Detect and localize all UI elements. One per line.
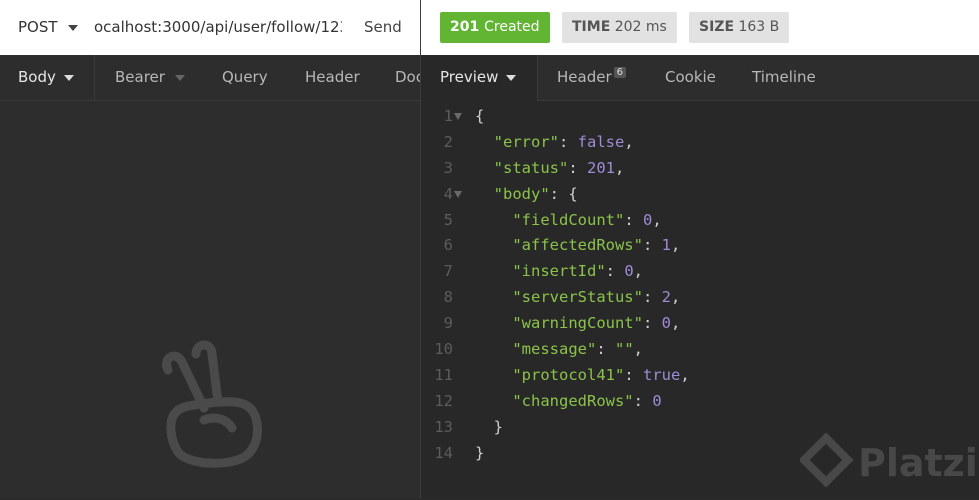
chevron-down-icon[interactable] — [68, 25, 78, 31]
code-line: 5 "fieldCount": 0, — [421, 208, 979, 234]
chevron-down-icon[interactable] — [63, 74, 74, 81]
line-number: 10 — [434, 340, 453, 359]
time-label: TIME — [572, 19, 611, 35]
line-number: 2 — [443, 132, 453, 151]
chevron-down-icon[interactable] — [174, 74, 185, 81]
code-text: { — [475, 107, 485, 125]
line-number: 8 — [443, 288, 453, 307]
code-line: 1{ — [421, 104, 979, 130]
tab-auth[interactable]: Bearer — [115, 68, 185, 86]
response-status-bar: 201 Created TIME 202 ms SIZE 163 B — [421, 0, 979, 56]
status-badge: 201 Created — [440, 12, 550, 43]
tab-response-header[interactable]: Header 6 — [557, 67, 626, 86]
tab-body[interactable]: Body — [18, 68, 74, 86]
code-text: "warningCount": 0, — [512, 314, 681, 333]
code-line: 6 "affectedRows": 1, — [421, 233, 979, 259]
tab-preview[interactable]: Preview — [440, 68, 517, 86]
time-value: 202 ms — [614, 19, 667, 35]
line-number: 6 — [443, 236, 453, 255]
tab-header[interactable]: Header — [305, 68, 360, 86]
tab-timeline[interactable]: Timeline — [752, 68, 816, 86]
line-number: 1 — [443, 107, 453, 125]
code-line: 3 "status": 201, — [421, 156, 979, 182]
response-tabs: Preview Header 6 Cookie Timeline — [421, 55, 979, 101]
chevron-down-icon[interactable] — [506, 74, 517, 81]
status-code: 201 — [450, 19, 480, 35]
size-badge: SIZE 163 B — [689, 12, 790, 43]
size-label: SIZE — [699, 19, 735, 35]
tab-query[interactable]: Query — [222, 68, 268, 86]
code-line: 9 "warningCount": 0, — [421, 311, 979, 337]
tab-cookie[interactable]: Cookie — [665, 68, 716, 86]
size-value: 163 B — [738, 19, 780, 35]
code-text: "protocol41": true, — [512, 365, 690, 384]
code-line: 2 "error": false, — [421, 130, 979, 156]
tab-preview-label: Preview — [440, 68, 499, 86]
code-text: "serverStatus": 2, — [512, 288, 681, 307]
code-line: 11 "protocol41": true, — [421, 363, 979, 389]
code-text: "insertId": 0, — [512, 262, 644, 281]
code-text: "body": { — [493, 184, 578, 203]
code-text: "status": 201, — [493, 158, 625, 177]
line-number: 4 — [443, 184, 453, 203]
header-count-badge: 6 — [613, 67, 626, 78]
code-line: 10 "message": "", — [421, 337, 979, 363]
line-number: 9 — [443, 314, 453, 333]
method-select[interactable]: POST — [18, 18, 58, 36]
code-text: "changedRows": 0 — [512, 391, 662, 410]
line-number: 11 — [434, 365, 453, 384]
tab-docs[interactable]: Doc — [395, 68, 420, 86]
line-number: 7 — [443, 262, 453, 281]
code-text: "affectedRows": 1, — [512, 236, 681, 255]
code-text: "message": "", — [512, 340, 644, 359]
code-text: "error": false, — [493, 132, 634, 151]
watermark-text: Platzi — [858, 441, 978, 485]
fold-toggle-icon[interactable] — [454, 113, 462, 120]
send-button[interactable]: Send — [364, 18, 402, 36]
tab-auth-label: Bearer — [115, 68, 165, 86]
platzi-logo: Platzi — [800, 432, 978, 488]
url-bar: POST ocalhost:3000/api/user/follow/123 S… — [0, 0, 420, 56]
code-line: 7 "insertId": 0, — [421, 259, 979, 285]
line-number: 14 — [434, 443, 453, 462]
peace-hand-icon — [162, 340, 262, 468]
fold-toggle-icon[interactable] — [454, 190, 462, 198]
tab-body-label: Body — [18, 68, 56, 86]
status-text: Created — [484, 19, 540, 35]
line-number: 3 — [443, 158, 453, 177]
code-text: "fieldCount": 0, — [512, 210, 662, 229]
code-text: } — [475, 417, 503, 436]
code-text: } — [475, 443, 485, 462]
code-line: 12 "changedRows": 0 — [421, 389, 979, 415]
response-json-viewer[interactable]: 1{2 "error": false, 3 "status": 201, 4 "bo… — [421, 104, 979, 466]
tab-divider — [94, 55, 95, 100]
code-line: 8 "serverStatus": 2, — [421, 285, 979, 311]
line-number: 13 — [434, 417, 453, 436]
url-input[interactable]: ocalhost:3000/api/user/follow/123 — [94, 18, 342, 36]
line-number: 5 — [443, 210, 453, 229]
line-number: 12 — [434, 391, 453, 410]
time-badge: TIME 202 ms — [562, 12, 677, 43]
request-tabs: Body Bearer Query Header Doc — [0, 55, 420, 101]
code-line: 4 "body": { — [421, 182, 979, 208]
tab-response-header-label: Header — [557, 68, 612, 86]
